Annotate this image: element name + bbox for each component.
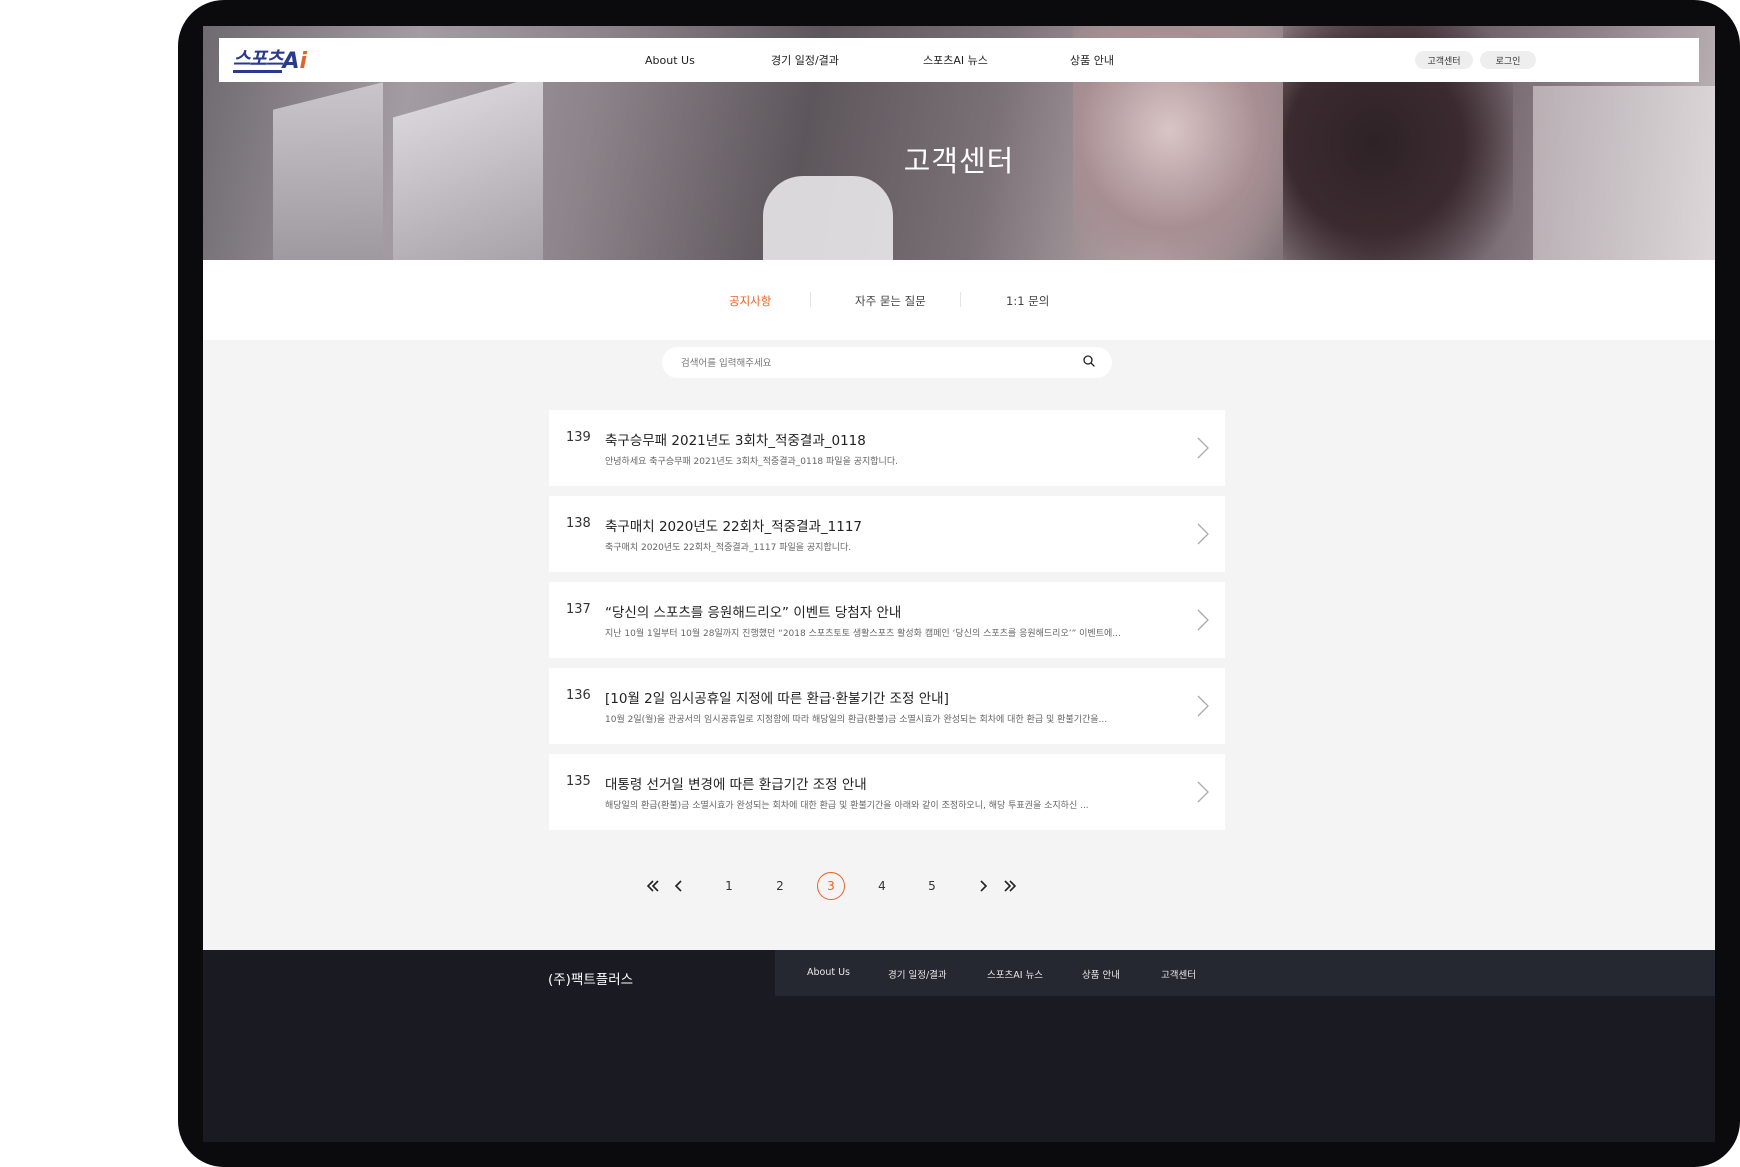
tab-faq[interactable]: 자주 묻는 질문 <box>855 293 926 309</box>
notice-number: 135 <box>566 774 591 789</box>
notice-number: 137 <box>566 602 591 617</box>
double-chevron-right-icon <box>1004 880 1017 892</box>
page-last-button[interactable] <box>996 872 1024 900</box>
page-next-button[interactable] <box>969 872 997 900</box>
footer-navigation: About Us 경기 일정/결과 스포츠AI 뉴스 상품 안내 고객센터 <box>775 950 1715 996</box>
login-button[interactable]: 로그인 <box>1480 51 1536 69</box>
notice-summary: 해당일의 환급(환불)금 소멸시효가 완성되는 회차에 대한 환급 및 환불기간… <box>605 801 1089 811</box>
notice-title[interactable]: [10월 2일 임시공휴일 지정에 따른 환급·환불기간 조정 안내] <box>605 687 949 707</box>
page-number-3[interactable]: 3 <box>817 872 845 900</box>
chevron-right-icon[interactable] <box>1196 608 1210 632</box>
notice-title[interactable]: 축구매치 2020년도 22회차_적중결과_1117 <box>605 515 862 535</box>
nav-item-products[interactable]: 상품 안내 <box>1070 52 1114 68</box>
footer-nav-about[interactable]: About Us <box>807 967 850 978</box>
nav-item-news[interactable]: 스포츠AI 뉴스 <box>923 52 988 68</box>
footer: (주)팩트플러스 About Us 경기 일정/결과 스포츠AI 뉴스 상품 안… <box>203 950 1715 1142</box>
page-number-4[interactable]: 4 <box>868 872 896 900</box>
page-number-1[interactable]: 1 <box>715 872 743 900</box>
top-navigation: 스포츠 Ai About Us 경기 일정/결과 스포츠AI 뉴스 상품 안내 … <box>219 38 1699 82</box>
footer-company-name: (주)팩트플러스 <box>548 972 634 988</box>
browser-screen: 고객센터 스포츠 Ai About Us 경기 일정/결과 스포츠AI 뉴스 상… <box>203 26 1715 1142</box>
footer-nav-support[interactable]: 고객센터 <box>1161 967 1196 981</box>
footer-nav-news[interactable]: 스포츠AI 뉴스 <box>987 967 1043 981</box>
tab-bar: 공지사항 자주 묻는 질문 1:1 문의 <box>203 260 1715 340</box>
nav-item-about[interactable]: About Us <box>645 54 695 67</box>
list-item[interactable]: 139 축구승무패 2021년도 3회차_적중결과_0118 안녕하세요 축구승… <box>549 410 1225 486</box>
main-menu: About Us 경기 일정/결과 스포츠AI 뉴스 상품 안내 <box>219 38 1699 82</box>
notice-summary: 안녕하세요 축구승무패 2021년도 3회차_적중결과_0118 파일을 공지합… <box>605 457 898 467</box>
chevron-right-icon[interactable] <box>1196 522 1210 546</box>
page-first-button[interactable] <box>639 872 667 900</box>
chevron-right-icon[interactable] <box>1196 694 1210 718</box>
notice-summary: 10월 2일(월)을 관공서의 임시공휴일로 지정함에 따라 해당일의 환급(환… <box>605 715 1108 725</box>
search-icon[interactable] <box>1083 355 1095 367</box>
list-item[interactable]: 135 대통령 선거일 변경에 따른 환급기간 조정 안내 해당일의 환급(환불… <box>549 754 1225 830</box>
chevron-left-icon <box>674 880 682 892</box>
search-input[interactable]: 검색어를 입력해주세요 <box>681 355 771 369</box>
chevron-right-icon[interactable] <box>1196 780 1210 804</box>
footer-nav-schedule[interactable]: 경기 일정/결과 <box>888 967 947 981</box>
page-title: 고객센터 <box>903 144 1015 178</box>
tab-divider <box>810 292 811 307</box>
chevron-right-icon <box>980 880 988 892</box>
notice-title[interactable]: “당신의 스포츠를 응원해드리오” 이벤트 당첨자 안내 <box>605 601 901 621</box>
tab-divider <box>960 292 961 307</box>
chevron-right-icon[interactable] <box>1196 436 1210 460</box>
list-item[interactable]: 137 “당신의 스포츠를 응원해드리오” 이벤트 당첨자 안내 지난 10월 … <box>549 582 1225 658</box>
notice-title[interactable]: 축구승무패 2021년도 3회차_적중결과_0118 <box>605 429 866 449</box>
search-bar[interactable]: 검색어를 입력해주세요 <box>662 347 1112 378</box>
page-number-2[interactable]: 2 <box>766 872 794 900</box>
page-prev-button[interactable] <box>665 872 693 900</box>
page-number-5[interactable]: 5 <box>918 872 946 900</box>
double-chevron-left-icon <box>646 880 659 892</box>
hero-shirt <box>763 176 893 260</box>
notice-title[interactable]: 대통령 선거일 변경에 따른 환급기간 조정 안내 <box>605 773 867 793</box>
nav-item-schedule[interactable]: 경기 일정/결과 <box>771 52 839 68</box>
notice-summary: 지난 10월 1일부터 10월 28일까지 진행했던 “2018 스포츠토토 생… <box>605 629 1121 639</box>
support-button[interactable]: 고객센터 <box>1415 51 1473 69</box>
notice-number: 138 <box>566 516 591 531</box>
tab-inquiry[interactable]: 1:1 문의 <box>1006 293 1049 309</box>
list-item[interactable]: 138 축구매치 2020년도 22회차_적중결과_1117 축구매치 2020… <box>549 496 1225 572</box>
list-item[interactable]: 136 [10월 2일 임시공휴일 지정에 따른 환급·환불기간 조정 안내] … <box>549 668 1225 744</box>
notice-number: 139 <box>566 430 591 445</box>
footer-nav-products[interactable]: 상품 안내 <box>1082 967 1120 981</box>
tab-notice[interactable]: 공지사항 <box>729 293 771 309</box>
notice-summary: 축구매치 2020년도 22회차_적중결과_1117 파일을 공지합니다. <box>605 543 852 553</box>
notice-number: 136 <box>566 688 591 703</box>
